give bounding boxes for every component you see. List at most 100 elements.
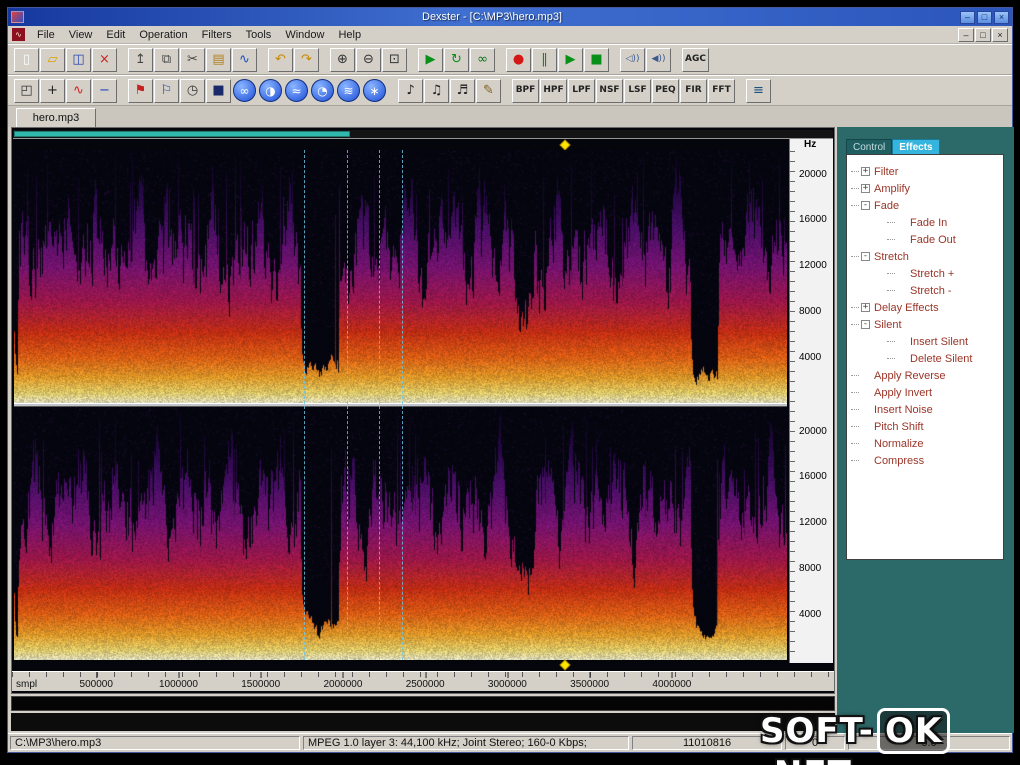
tree-toggle-icon[interactable] [861, 422, 870, 431]
tree-item-apply-reverse[interactable]: Apply Reverse [847, 367, 1003, 384]
tree-item-silent[interactable]: - Silent [847, 316, 1003, 333]
copy-button[interactable]: ⧉ [154, 47, 179, 72]
lpf-filter-button[interactable]: LPF [568, 78, 595, 103]
tree-toggle-icon[interactable]: - [861, 320, 870, 329]
fx-chorus-button[interactable]: ◑ [259, 79, 282, 102]
note-insert-button[interactable]: ♪ [398, 78, 423, 103]
marker-strip-bottom[interactable] [13, 659, 833, 671]
crosshair-button[interactable]: + [40, 78, 65, 103]
tree-item-pitch-shift[interactable]: Pitch Shift [847, 418, 1003, 435]
close-file-button[interactable]: × [92, 47, 117, 72]
marker-flag-button[interactable]: ⚑ [128, 78, 153, 103]
fit-view-button[interactable]: ◰ [14, 78, 39, 103]
tree-item-normalize[interactable]: Normalize [847, 435, 1003, 452]
menu-item[interactable]: Operation [132, 28, 194, 42]
speaker-right-button[interactable]: ◀)) [646, 47, 671, 72]
block-select-button[interactable]: ■ [206, 78, 231, 103]
tree-toggle-icon[interactable] [861, 405, 870, 414]
fir-filter-button[interactable]: FIR [680, 78, 707, 103]
menu-item[interactable]: File [30, 28, 62, 42]
tree-toggle-icon[interactable] [861, 371, 870, 380]
waveform-view-button[interactable]: ∿ [232, 47, 257, 72]
menu-item[interactable]: Tools [239, 28, 279, 42]
fx-vibrato-button[interactable]: ∗ [363, 79, 386, 102]
edit-pencil-button[interactable]: ✎ [476, 78, 501, 103]
playhead-marker-bottom[interactable] [559, 659, 571, 671]
open-button[interactable]: ▱ [40, 47, 65, 72]
mdi-minimize-button[interactable]: – [958, 27, 974, 42]
peq-filter-button[interactable]: PEQ [652, 78, 679, 103]
tree-item-stretch[interactable]: Stretch - [847, 282, 1003, 299]
mdi-close-button[interactable]: × [992, 27, 1008, 42]
zoom-out-button[interactable]: ⊖ [356, 47, 381, 72]
tree-toggle-icon[interactable] [897, 286, 906, 295]
play-button[interactable]: ▶ [558, 47, 583, 72]
tab-control[interactable]: Control [846, 139, 893, 154]
lsf-filter-button[interactable]: LSF [624, 78, 651, 103]
playhead-marker-top[interactable] [559, 139, 571, 151]
tree-toggle-icon[interactable] [861, 456, 870, 465]
titlebar-minimize-button[interactable]: – [960, 10, 975, 24]
tree-item-fade-in[interactable]: Fade In [847, 214, 1003, 231]
document-tab[interactable]: hero.mp3 [16, 108, 96, 127]
spectrogram-channel-bottom[interactable] [14, 407, 787, 660]
undo-button[interactable]: ↶ [268, 47, 293, 72]
cut-button[interactable]: ✂ [180, 47, 205, 72]
tree-item-stretch[interactable]: - Stretch [847, 248, 1003, 265]
save-button[interactable]: ◫ [66, 47, 91, 72]
fx-echo-button[interactable]: ≋ [337, 79, 360, 102]
tree-toggle-icon[interactable]: - [861, 201, 870, 210]
tree-toggle-icon[interactable] [897, 218, 906, 227]
fx-reverb-button[interactable]: ∞ [233, 79, 256, 102]
note-list-button[interactable]: ♬ [450, 78, 475, 103]
horizontal-scrollbar[interactable] [11, 696, 835, 711]
titlebar-close-button[interactable]: × [994, 10, 1009, 24]
menu-item[interactable]: Edit [99, 28, 132, 42]
play-all-button[interactable]: ▶ [418, 47, 443, 72]
bpf-filter-button[interactable]: BPF [512, 78, 539, 103]
waveform-color-button[interactable]: ∿ [66, 78, 91, 103]
menu-item[interactable]: View [62, 28, 100, 42]
tree-item-delay-effects[interactable]: + Delay Effects [847, 299, 1003, 316]
menu-item[interactable]: Window [278, 28, 331, 42]
loop-button[interactable]: ∞ [470, 47, 495, 72]
overview-seek-bar[interactable] [13, 130, 833, 139]
record-button[interactable]: ● [506, 47, 531, 72]
hpf-filter-button[interactable]: HPF [540, 78, 567, 103]
tree-item-stretch[interactable]: Stretch + [847, 265, 1003, 282]
note-marker-button[interactable]: ♫ [424, 78, 449, 103]
speaker-left-button[interactable]: ◁)) [620, 47, 645, 72]
marker-strip-top[interactable] [13, 139, 833, 151]
new-button[interactable]: ▯ [14, 47, 39, 72]
tree-item-apply-invert[interactable]: Apply Invert [847, 384, 1003, 401]
tree-item-insert-noise[interactable]: Insert Noise [847, 401, 1003, 418]
baseline-button[interactable]: − [92, 78, 117, 103]
titlebar-restore-button[interactable]: □ [977, 10, 992, 24]
tree-item-amplify[interactable]: + Amplify [847, 180, 1003, 197]
zoom-selection-button[interactable]: ⊡ [382, 47, 407, 72]
fft-filter-button[interactable]: FFT [708, 78, 735, 103]
redo-button[interactable]: ↷ [294, 47, 319, 72]
tree-item-delete-silent[interactable]: Delete Silent [847, 350, 1003, 367]
tab-effects[interactable]: Effects [892, 139, 940, 154]
tree-toggle-icon[interactable] [897, 235, 906, 244]
play-loop-button[interactable]: ↻ [444, 47, 469, 72]
paste-button[interactable]: ▤ [206, 47, 231, 72]
equalizer-button[interactable]: ≡ [746, 78, 771, 103]
tree-toggle-icon[interactable]: + [861, 167, 870, 176]
tree-toggle-icon[interactable] [861, 439, 870, 448]
agc-button[interactable]: AGC [682, 47, 709, 72]
export-button[interactable]: ↥ [128, 47, 153, 72]
fx-phaser-button[interactable]: ◔ [311, 79, 334, 102]
tree-toggle-icon[interactable]: + [861, 303, 870, 312]
tree-item-fade[interactable]: - Fade [847, 197, 1003, 214]
tree-toggle-icon[interactable] [897, 269, 906, 278]
nsf-filter-button[interactable]: NSF [596, 78, 623, 103]
tree-toggle-icon[interactable] [897, 337, 906, 346]
tree-item-compress[interactable]: Compress [847, 452, 1003, 469]
tree-toggle-icon[interactable]: - [861, 252, 870, 261]
tree-item-insert-silent[interactable]: Insert Silent [847, 333, 1003, 350]
tree-toggle-icon[interactable]: + [861, 184, 870, 193]
stop-button[interactable]: ■ [584, 47, 609, 72]
spectrogram-channel-top[interactable] [14, 150, 787, 403]
